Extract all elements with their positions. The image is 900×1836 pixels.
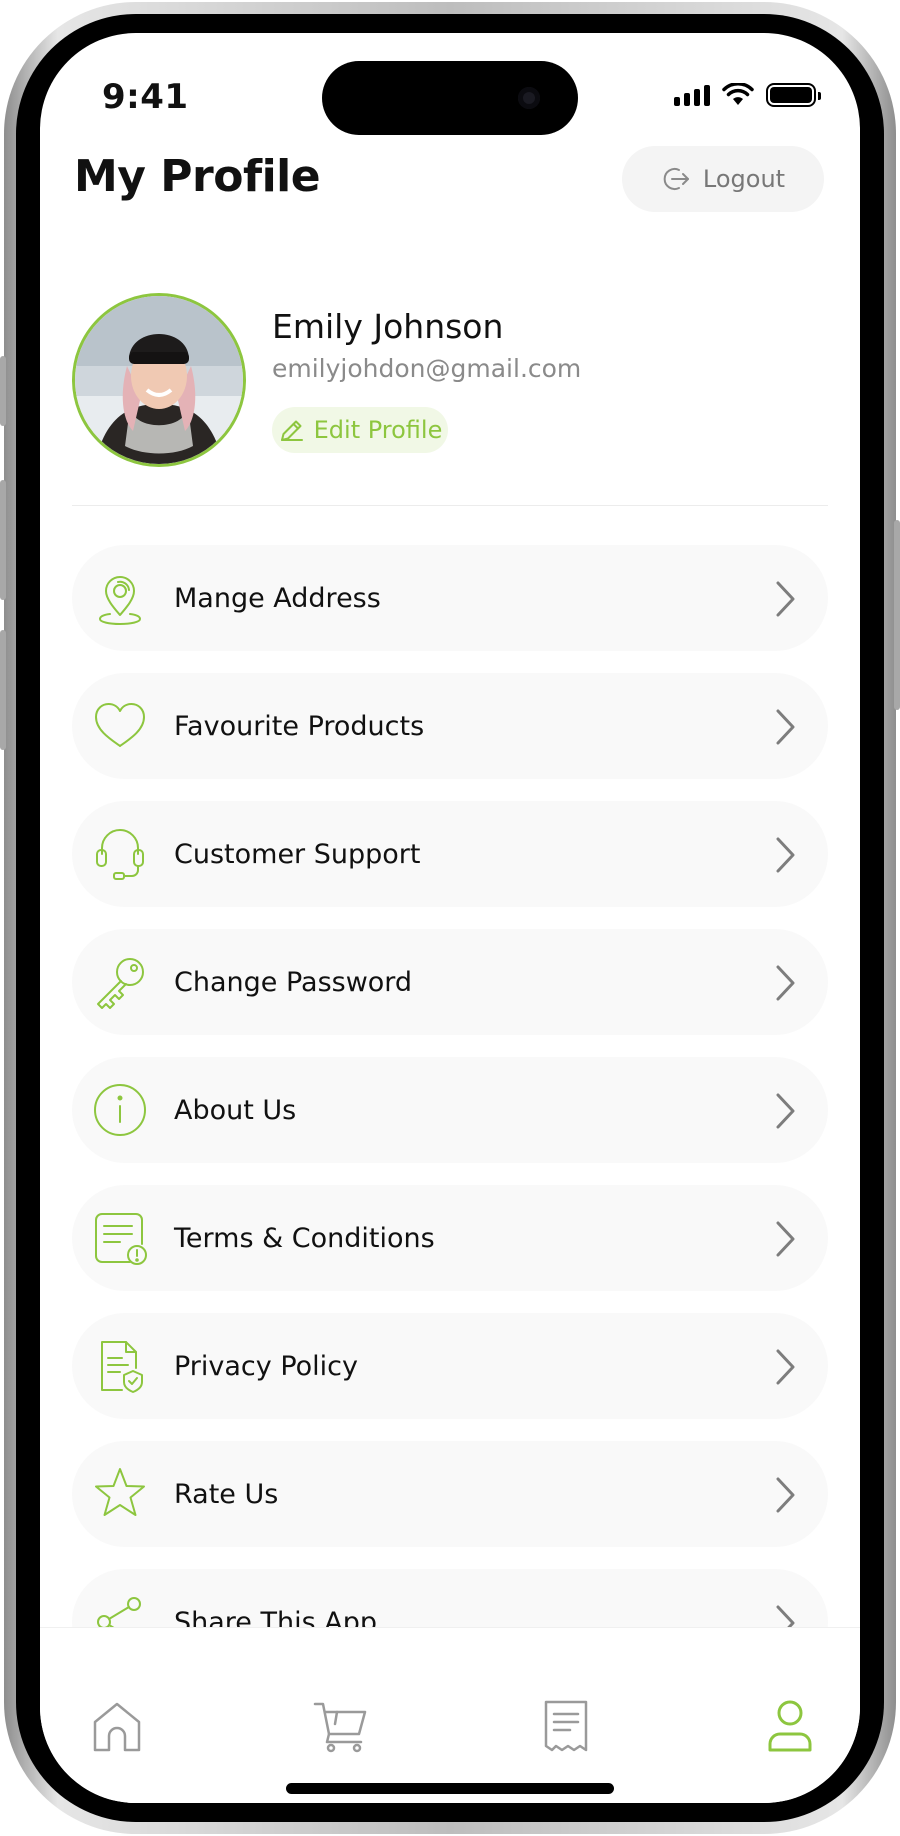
camera-icon [518, 87, 540, 109]
wifi-icon [722, 83, 754, 105]
menu-item-change-password[interactable]: Change Password [72, 929, 828, 1035]
chevron-right-icon [776, 1349, 795, 1385]
menu-item-customer-support[interactable]: Customer Support [72, 801, 828, 907]
menu-item-rate-us[interactable]: Rate Us [72, 1441, 828, 1547]
key-icon [97, 958, 144, 1009]
battery-icon [766, 83, 821, 107]
menu-label: Change Password [174, 966, 413, 998]
user-icon[interactable] [762, 1698, 818, 1754]
avatar[interactable] [72, 293, 246, 467]
pencil-icon [280, 420, 303, 441]
logout-label: Logout [702, 165, 786, 193]
menu-item-terms-conditions[interactable]: Terms & Conditions [72, 1185, 828, 1291]
document-shield-icon [101, 1341, 143, 1393]
bottom-nav [40, 1627, 860, 1803]
menu-label: About Us [174, 1094, 297, 1126]
chevron-right-icon [776, 581, 795, 617]
menu-label: Privacy Policy [174, 1350, 359, 1382]
menu-label: Customer Support [174, 838, 421, 870]
info-icon [94, 1084, 146, 1136]
chevron-right-icon [776, 709, 795, 745]
receipt-icon[interactable] [538, 1698, 594, 1754]
menu-item-favourite-products[interactable]: Favourite Products [72, 673, 828, 779]
menu-item-about-us[interactable]: About Us [72, 1057, 828, 1163]
heart-icon [95, 703, 145, 747]
side-button [894, 520, 900, 710]
side-button [0, 356, 6, 426]
chevron-right-icon [776, 1093, 795, 1129]
chevron-right-icon [776, 1477, 795, 1513]
menu-list: Mange Address Favourite Products Custome… [72, 545, 828, 1697]
status-time: 9:41 [102, 77, 189, 117]
star-icon [95, 1468, 145, 1516]
user-name: Emily Johnson [272, 307, 504, 346]
headset-icon [96, 829, 144, 880]
status-icons [674, 83, 821, 107]
document-alert-icon [95, 1213, 147, 1265]
logout-icon [663, 168, 689, 190]
cart-icon[interactable] [313, 1698, 369, 1754]
home-icon[interactable] [89, 1698, 145, 1754]
menu-label: Favourite Products [174, 710, 425, 742]
divider [72, 505, 828, 506]
home-indicator [286, 1783, 614, 1794]
chevron-right-icon [776, 837, 795, 873]
menu-label: Terms & Conditions [174, 1222, 435, 1254]
menu-item-privacy-policy[interactable]: Privacy Policy [72, 1313, 828, 1419]
side-button [0, 630, 6, 750]
edit-profile-label: Edit Profile [313, 416, 443, 444]
signal-icon [674, 84, 710, 106]
location-pin-icon [99, 576, 141, 625]
menu-label: Rate Us [174, 1478, 279, 1510]
side-button [0, 480, 6, 600]
dynamic-island [322, 61, 578, 135]
menu-item-manage-address[interactable]: Mange Address [72, 545, 828, 651]
screen: 9:41 My Profile Logout Emily Johnson emi… [40, 33, 860, 1803]
avatar-photo [75, 296, 243, 464]
menu-label: Mange Address [174, 582, 381, 614]
chevron-right-icon [776, 965, 795, 1001]
chevron-right-icon [776, 1221, 795, 1257]
page-title: My Profile [74, 151, 321, 202]
edit-profile-button[interactable]: Edit Profile [272, 407, 448, 453]
user-email: emilyjohdon@gmail.com [272, 354, 582, 383]
logout-button[interactable]: Logout [622, 146, 824, 212]
